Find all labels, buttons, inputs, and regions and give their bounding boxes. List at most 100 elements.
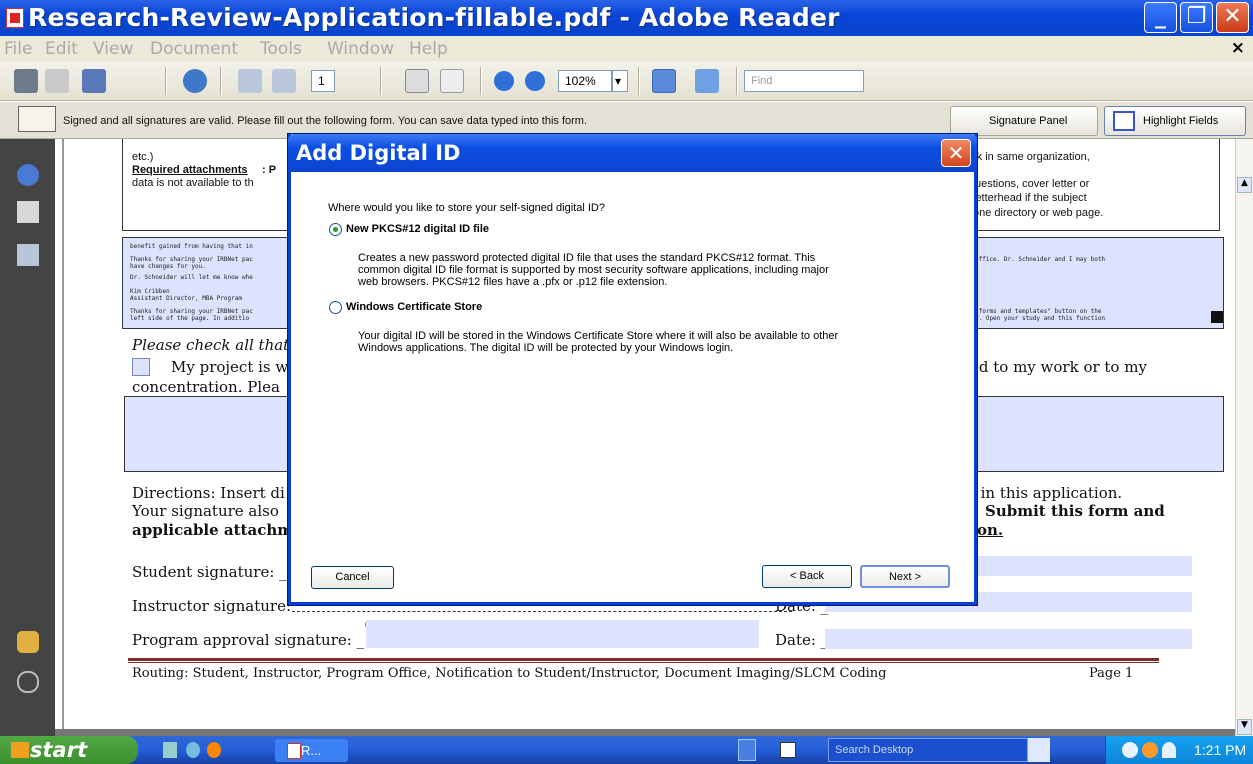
menu-window[interactable]: Window bbox=[327, 39, 394, 59]
desktop-icon[interactable] bbox=[163, 742, 177, 758]
dialog-title-bar: Add Digital ID ✕ bbox=[288, 134, 977, 172]
toolbar-separator bbox=[220, 67, 222, 95]
project-text: My project is wo bbox=[171, 358, 298, 376]
select-tool-icon[interactable] bbox=[405, 69, 429, 93]
highlight-fields-label: Highlight Fields bbox=[1143, 115, 1219, 127]
toolbar: 1 / 1 102% ▾ Find ▾ bbox=[0, 61, 1253, 147]
previous-page-icon[interactable] bbox=[238, 69, 262, 93]
scroll-down-icon[interactable]: ▼ bbox=[1237, 719, 1252, 735]
taskbar: start R... Search Desktop 1:21 PM bbox=[0, 736, 1253, 764]
pkcs12-desc-2: common digital ID file format is support… bbox=[358, 264, 829, 276]
signature-panel-label: Signature Panel bbox=[989, 115, 1068, 127]
highlight-fields-button[interactable]: Highlight Fields bbox=[1104, 106, 1246, 136]
next-page-icon[interactable] bbox=[272, 69, 296, 93]
windows-logo-icon bbox=[11, 742, 29, 758]
maximize-button[interactable]: ❐ bbox=[1180, 2, 1213, 33]
toolbar-scroll-icon[interactable] bbox=[738, 739, 756, 761]
info-icon[interactable] bbox=[17, 164, 39, 186]
comment-line-7: Thanks for sharing your IRBNet pac bbox=[130, 308, 253, 315]
comment-right-1: office. Dr. Schneider and I may both bbox=[975, 256, 1106, 263]
tray-volume-icon[interactable] bbox=[1162, 742, 1176, 758]
expand-field-icon[interactable] bbox=[1211, 311, 1223, 323]
search-icon[interactable] bbox=[1028, 738, 1050, 762]
program-signature-field[interactable] bbox=[366, 620, 759, 648]
signature-panel-button[interactable]: Signature Panel bbox=[950, 106, 1098, 136]
zoom-input[interactable]: 102% bbox=[558, 70, 612, 92]
windows-store-desc-2: Windows applications. The digital ID wil… bbox=[358, 342, 734, 354]
dialog-close-icon[interactable]: ✕ bbox=[941, 139, 971, 167]
share-icon[interactable] bbox=[82, 69, 106, 93]
zoom-in-icon[interactable] bbox=[525, 71, 545, 91]
project-checkbox[interactable] bbox=[132, 358, 150, 376]
collaborate-icon[interactable] bbox=[183, 69, 207, 93]
signature-valid-icon bbox=[18, 106, 56, 132]
dialog-question: Where would you like to store your self-… bbox=[328, 202, 605, 214]
fit-width-icon[interactable] bbox=[652, 69, 676, 93]
menu-document[interactable]: Document bbox=[150, 39, 238, 59]
next-button[interactable]: Next > bbox=[860, 565, 950, 588]
toolbar-separator bbox=[165, 67, 167, 95]
program-date-label: Date: _ bbox=[775, 631, 829, 649]
comment-line-2: Thanks for sharing your IRBNet pac bbox=[130, 256, 253, 263]
check-all-text: Please check all that bbox=[132, 336, 290, 354]
program-signature-label: Program approval signature: _ bbox=[132, 631, 365, 649]
dialog-title: Add Digital ID bbox=[296, 141, 461, 165]
windows-store-radio[interactable] bbox=[329, 301, 342, 314]
tray-app-icon[interactable] bbox=[1142, 742, 1158, 758]
navigation-pane bbox=[0, 139, 55, 736]
footer-rule bbox=[128, 658, 1159, 663]
vertical-scrollbar[interactable]: ▲ ▼ bbox=[1235, 139, 1253, 736]
internet-explorer-icon[interactable] bbox=[186, 742, 200, 758]
scroll-up-icon[interactable]: ▲ bbox=[1237, 177, 1252, 193]
find-input[interactable]: Find bbox=[744, 70, 864, 92]
comment-line-4: Dr. Schneider will let me know whe bbox=[130, 274, 253, 281]
hand-tool-icon[interactable] bbox=[440, 69, 464, 93]
zoom-out-icon[interactable] bbox=[494, 71, 514, 91]
adobe-reader-task[interactable]: R... bbox=[275, 739, 348, 762]
search-desktop-input[interactable]: Search Desktop bbox=[828, 738, 1028, 762]
comment-line-1: benefit gained from having that in bbox=[130, 243, 253, 250]
windows-store-option-label[interactable]: Windows Certificate Store bbox=[346, 301, 482, 313]
student-date-field[interactable] bbox=[970, 556, 1192, 576]
concentration-text: concentration. Plea bbox=[132, 378, 280, 396]
required-attachments-label: Required attachments bbox=[132, 164, 248, 176]
minimize-button[interactable]: _ bbox=[1144, 2, 1177, 33]
zoom-dropdown-icon[interactable]: ▾ bbox=[612, 70, 628, 92]
clock[interactable]: 1:21 PM bbox=[1194, 742, 1246, 758]
title-bar: Research-Review-Application-fillable.pdf… bbox=[0, 0, 1253, 36]
dialog-body: Where would you like to store your self-… bbox=[291, 172, 974, 602]
pkcs12-option-label[interactable]: New PKCS#12 digital ID file bbox=[346, 223, 489, 235]
fit-page-icon[interactable] bbox=[695, 69, 719, 93]
pkcs12-radio[interactable] bbox=[329, 223, 342, 236]
start-label: start bbox=[30, 738, 88, 762]
firefox-icon[interactable] bbox=[207, 742, 221, 758]
help-icon[interactable] bbox=[780, 742, 796, 758]
page-edge bbox=[62, 139, 64, 736]
page-number-input[interactable]: 1 bbox=[311, 70, 335, 92]
menu-help[interactable]: Help bbox=[409, 39, 448, 59]
back-button[interactable]: < Back bbox=[762, 565, 852, 588]
print-icon[interactable] bbox=[14, 69, 38, 93]
comment-line-6: Assistant Director, MBA Program bbox=[130, 295, 242, 302]
menu-view[interactable]: View bbox=[93, 39, 133, 59]
project-right-text: ed to my work or to my bbox=[970, 358, 1147, 376]
comments-icon[interactable] bbox=[17, 631, 39, 653]
pages-icon[interactable] bbox=[17, 201, 39, 223]
menu-tools[interactable]: Tools bbox=[260, 39, 302, 59]
signatures-icon[interactable] bbox=[17, 244, 39, 266]
save-icon[interactable] bbox=[45, 69, 69, 93]
etc-text: etc.) bbox=[132, 151, 154, 163]
close-button[interactable]: ✕ bbox=[1216, 2, 1249, 33]
attachments-icon[interactable] bbox=[17, 671, 39, 693]
task-label: R... bbox=[301, 743, 322, 758]
cancel-button[interactable]: Cancel bbox=[311, 566, 394, 589]
menu-file[interactable]: File bbox=[4, 39, 32, 59]
right-text-4: one directory or web page. bbox=[973, 207, 1104, 219]
document-close-icon[interactable]: × bbox=[1231, 38, 1245, 58]
comment-right-2: "forms and templates" button on the bbox=[975, 308, 1102, 315]
tray-arrow-icon[interactable] bbox=[1122, 742, 1138, 758]
menu-edit[interactable]: Edit bbox=[45, 39, 78, 59]
highlight-icon bbox=[1113, 111, 1135, 131]
toolbar-separator bbox=[380, 67, 382, 95]
program-date-field[interactable] bbox=[825, 629, 1192, 649]
